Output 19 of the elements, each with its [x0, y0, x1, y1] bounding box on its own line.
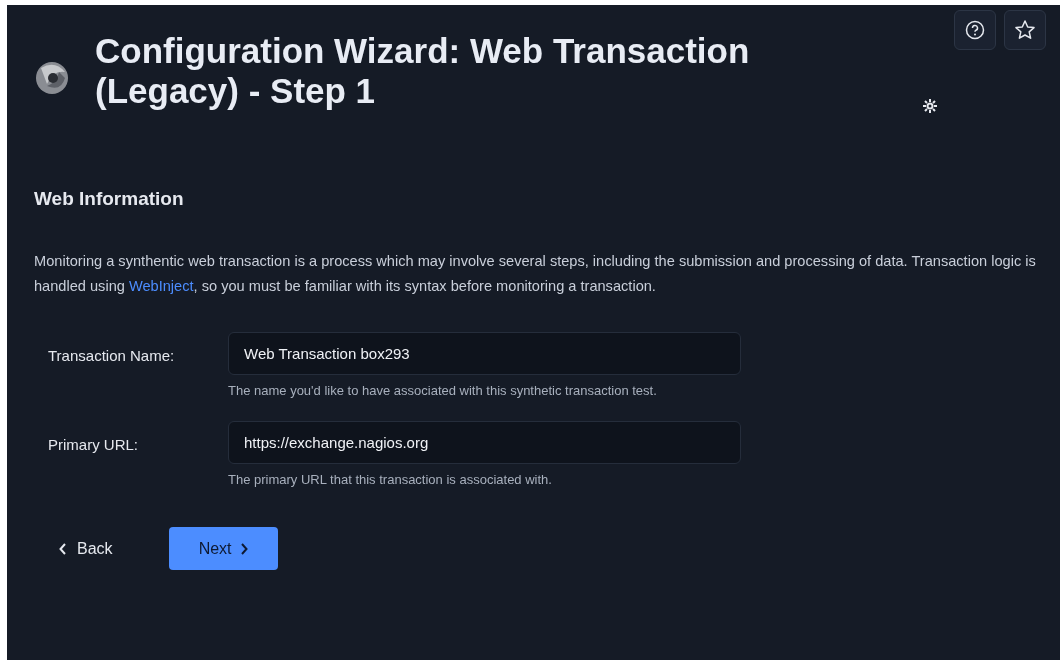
next-button[interactable]: Next: [168, 527, 278, 570]
input-field[interactable]: https://exchange.nagios.org: [228, 421, 741, 464]
help-text: The name you'd like to have associated with this synthetic transaction test.: [228, 381, 658, 400]
favorite-button[interactable]: [1004, 10, 1046, 50]
help-icon: [965, 20, 985, 40]
input-field[interactable]: Web Transaction box293: [228, 331, 741, 375]
section-heading: Web Information: [34, 187, 185, 211]
help-button[interactable]: [954, 10, 996, 50]
page-title: Configuration Wizard: Web Transaction (Legacy) - Step 1: [95, 31, 751, 112]
field-label: Transaction Name:: [48, 346, 175, 364]
intro-paragraph: Monitoring a synthentic web transaction is a process which may involve several steps, including the submission and processing of data. Transaction logic is handled using WebInject, so you must be familiar with its syntax before monitoring a transaction.: [34, 251, 1037, 296]
settings-icon: [922, 97, 938, 114]
chevron-right-icon: [239, 542, 248, 555]
back-button[interactable]: Back: [45, 526, 127, 571]
webinject-link[interactable]: WebInject: [128, 277, 194, 294]
help-text: The primary URL that this transaction is associated with.: [228, 471, 553, 489]
chevron-left-icon: [59, 542, 67, 555]
field-label: Primary URL:: [48, 436, 138, 453]
star-icon: [1014, 19, 1036, 41]
